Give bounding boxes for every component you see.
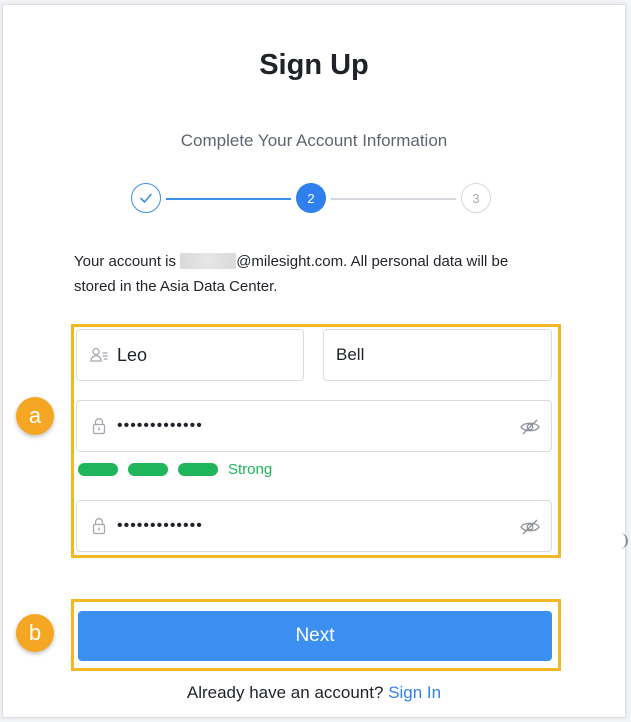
step-connector-2 [331,198,456,200]
next-button[interactable]: Next [78,611,552,661]
lock-icon [92,418,106,435]
step-3-pending: 3 [461,183,491,213]
signin-prompt-text: Already have an account? [186,683,384,702]
strength-label: Strong [228,461,273,478]
page-title: Sign Up [259,49,369,81]
password-field[interactable]: ••••••••••••• [76,400,552,452]
strength-bar-3 [178,463,218,476]
account-info-domain: @milesight.com. [236,253,348,270]
first-name-value: Leo [117,344,148,365]
page-subtitle: Complete Your Account Information [180,131,448,150]
confirm-password-value: ••••••••••••• [117,517,203,534]
lock-icon [92,518,106,535]
password-strength-indicator: Strong [78,461,272,478]
check-icon [140,193,152,203]
confirm-password-field[interactable]: ••••••••••••• [76,500,552,552]
strength-bar-1 [78,463,118,476]
signup-card: Sign Up Complete Your Account Informatio… [2,4,626,718]
step-1-completed [131,183,161,213]
scroll-edge-marker [618,533,628,549]
step-2-active: 2 [296,183,326,213]
last-name-value: Bell [336,345,365,364]
eye-off-icon[interactable] [519,416,541,438]
strength-bar-2 [128,463,168,476]
last-name-field[interactable]: Bell [323,329,552,381]
redacted-username [180,253,237,269]
callout-badge-b: b [16,614,54,652]
sign-in-link[interactable]: Sign In [388,683,441,702]
first-name-field[interactable]: Leo [76,329,304,381]
account-info-text: Your account is @milesight.com. All pers… [74,249,544,299]
callout-badge-a: a [16,397,54,435]
step-connector-1 [166,198,291,200]
eye-off-icon[interactable] [519,516,541,538]
password-value: ••••••••••••• [117,417,203,434]
user-card-icon [90,347,108,362]
signin-prompt: Already have an account? Sign In [3,683,625,703]
account-info-prefix: Your account is [74,253,177,270]
